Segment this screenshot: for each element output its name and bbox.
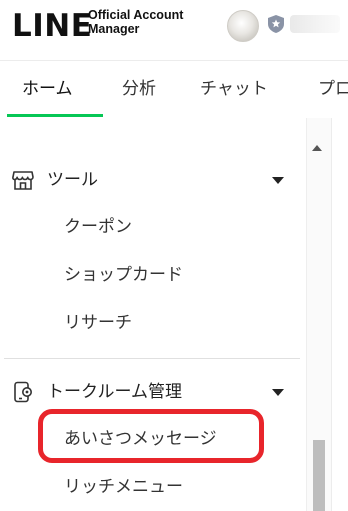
tab-profile[interactable]: プロ xyxy=(318,61,348,117)
menu-item-rich-menu[interactable]: リッチメニュー xyxy=(64,470,183,504)
scroll-up-arrow-icon[interactable] xyxy=(312,145,322,151)
verified-shield-icon xyxy=(268,15,284,33)
sidebar-section-tools[interactable]: ツール xyxy=(0,160,300,200)
store-icon xyxy=(12,171,34,190)
menu-item-shop-card[interactable]: ショップカード xyxy=(64,258,183,292)
chevron-down-icon xyxy=(272,389,284,396)
account-name-blurred[interactable] xyxy=(290,15,340,33)
chat-settings-icon xyxy=(14,381,32,403)
chevron-down-icon xyxy=(272,177,284,184)
logo-subtitle-line1: Official Account xyxy=(88,8,184,22)
section-label-talkroom: トークルーム管理 xyxy=(47,382,182,402)
menu-item-coupon[interactable]: クーポン xyxy=(64,210,132,244)
content-pane-edge xyxy=(331,118,348,511)
account-avatar[interactable] xyxy=(227,10,259,42)
menu-item-research[interactable]: リサーチ xyxy=(64,306,132,340)
logo-subtitle: Official Account Manager xyxy=(88,8,183,36)
logo-subtitle-line2: Manager xyxy=(88,22,140,36)
tab-chat[interactable]: チャット xyxy=(200,61,268,117)
tab-home[interactable]: ホーム xyxy=(22,61,73,117)
scrollbar-thumb[interactable] xyxy=(313,440,325,511)
tab-analytics[interactable]: 分析 xyxy=(122,61,156,117)
section-divider xyxy=(4,358,300,359)
main-tab-bar: ホーム 分析 チャット プロ xyxy=(0,60,348,119)
highlight-frame xyxy=(38,409,264,463)
line-logo[interactable]: LINE xyxy=(12,4,92,48)
active-tab-indicator xyxy=(7,114,103,117)
app-header: LINE Official Account Manager xyxy=(0,0,348,60)
sidebar-section-talkroom[interactable]: トークルーム管理 xyxy=(0,372,300,412)
section-label-tools: ツール xyxy=(47,170,98,190)
